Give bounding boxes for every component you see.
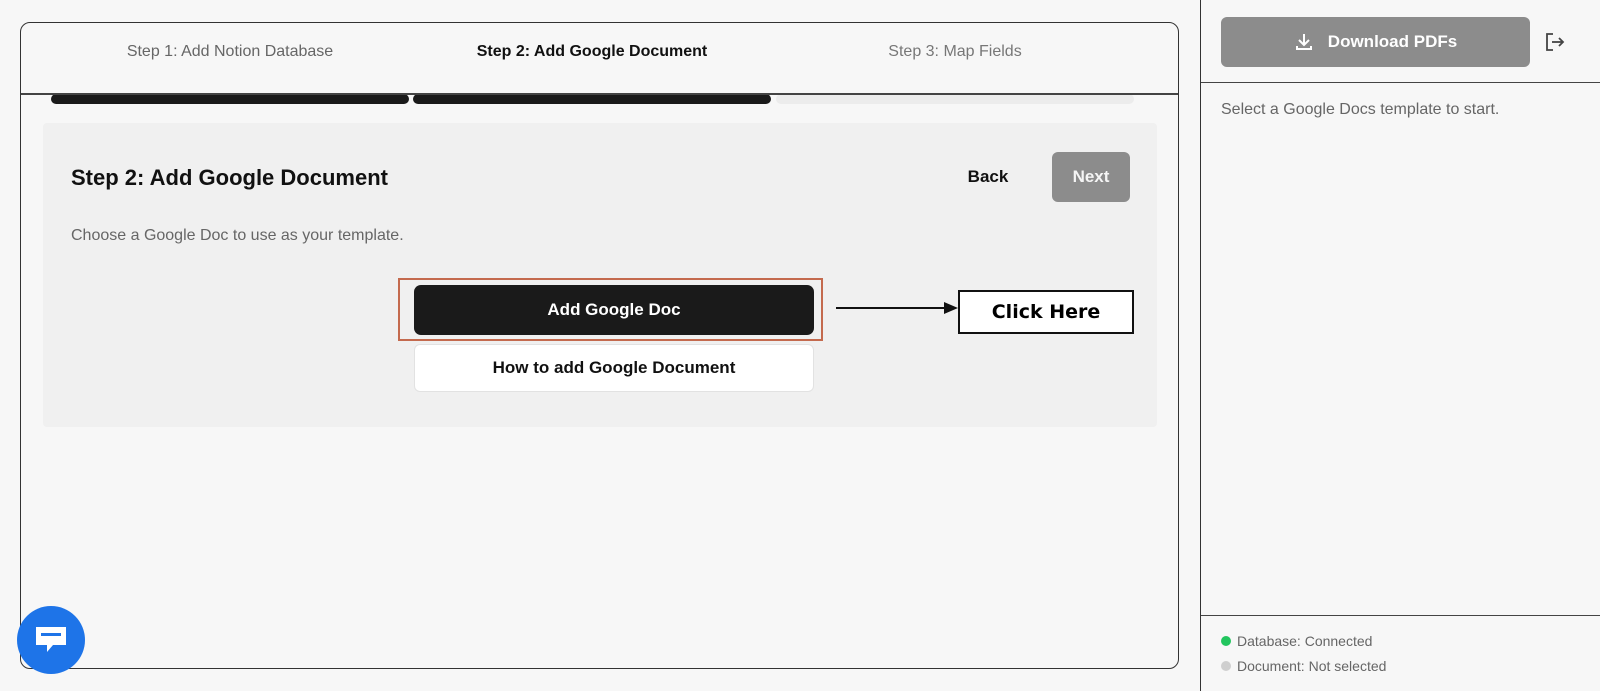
sidebar-divider-bottom: [1201, 615, 1600, 616]
stepper-divider: [21, 93, 1178, 95]
step-2-label: Step 2: Add Google Document: [476, 43, 708, 60]
add-google-doc-button[interactable]: Add Google Doc: [414, 285, 814, 335]
sidebar-divider-top: [1201, 82, 1600, 83]
sidebar: Download PDFs Select a Google Docs templ…: [1200, 0, 1600, 691]
step-1-progress-bar: [51, 94, 409, 104]
arrow-right-icon: [836, 302, 958, 314]
panel-title: Step 2: Add Google Document: [71, 165, 388, 190]
status-database-text: Database: Connected: [1237, 633, 1373, 649]
status-document-text: Document: Not selected: [1237, 658, 1387, 674]
download-pdfs-label: Download PDFs: [1327, 32, 1458, 51]
step-3[interactable]: Step 3: Map Fields: [776, 41, 1134, 104]
step-2[interactable]: Step 2: Add Google Document: [413, 41, 771, 104]
chat-button[interactable]: [17, 606, 85, 674]
main-card: Step 1: Add Notion Database Step 2: Add …: [20, 22, 1179, 669]
logout-icon: [1546, 32, 1565, 51]
download-pdfs-button[interactable]: Download PDFs: [1221, 17, 1530, 67]
status-dot-connected: [1221, 636, 1231, 646]
step-2-progress-bar: [413, 94, 771, 104]
click-here-annotation: Click Here: [958, 290, 1134, 334]
back-button[interactable]: Back: [943, 153, 1033, 201]
step-1[interactable]: Step 1: Add Notion Database: [51, 41, 409, 104]
panel-description: Choose a Google Doc to use as your templ…: [71, 227, 404, 244]
status-database: Database: Connected: [1221, 633, 1372, 649]
download-icon: [1295, 34, 1312, 50]
step-1-label: Step 1: Add Notion Database: [126, 43, 334, 60]
step-3-progress-bar: [776, 94, 1134, 104]
step-panel: Step 2: Add Google Document Choose a Goo…: [43, 123, 1157, 427]
next-button[interactable]: Next: [1052, 152, 1130, 202]
status-dot-not-selected: [1221, 661, 1231, 671]
step-3-label: Step 3: Map Fields: [888, 43, 1022, 60]
logout-button[interactable]: [1541, 30, 1569, 56]
stepper: Step 1: Add Notion Database Step 2: Add …: [51, 41, 1153, 104]
chat-icon: [36, 627, 66, 652]
how-to-add-document-button[interactable]: How to add Google Document: [414, 344, 814, 392]
sidebar-hint: Select a Google Docs template to start.: [1221, 101, 1500, 118]
status-document: Document: Not selected: [1221, 658, 1386, 674]
